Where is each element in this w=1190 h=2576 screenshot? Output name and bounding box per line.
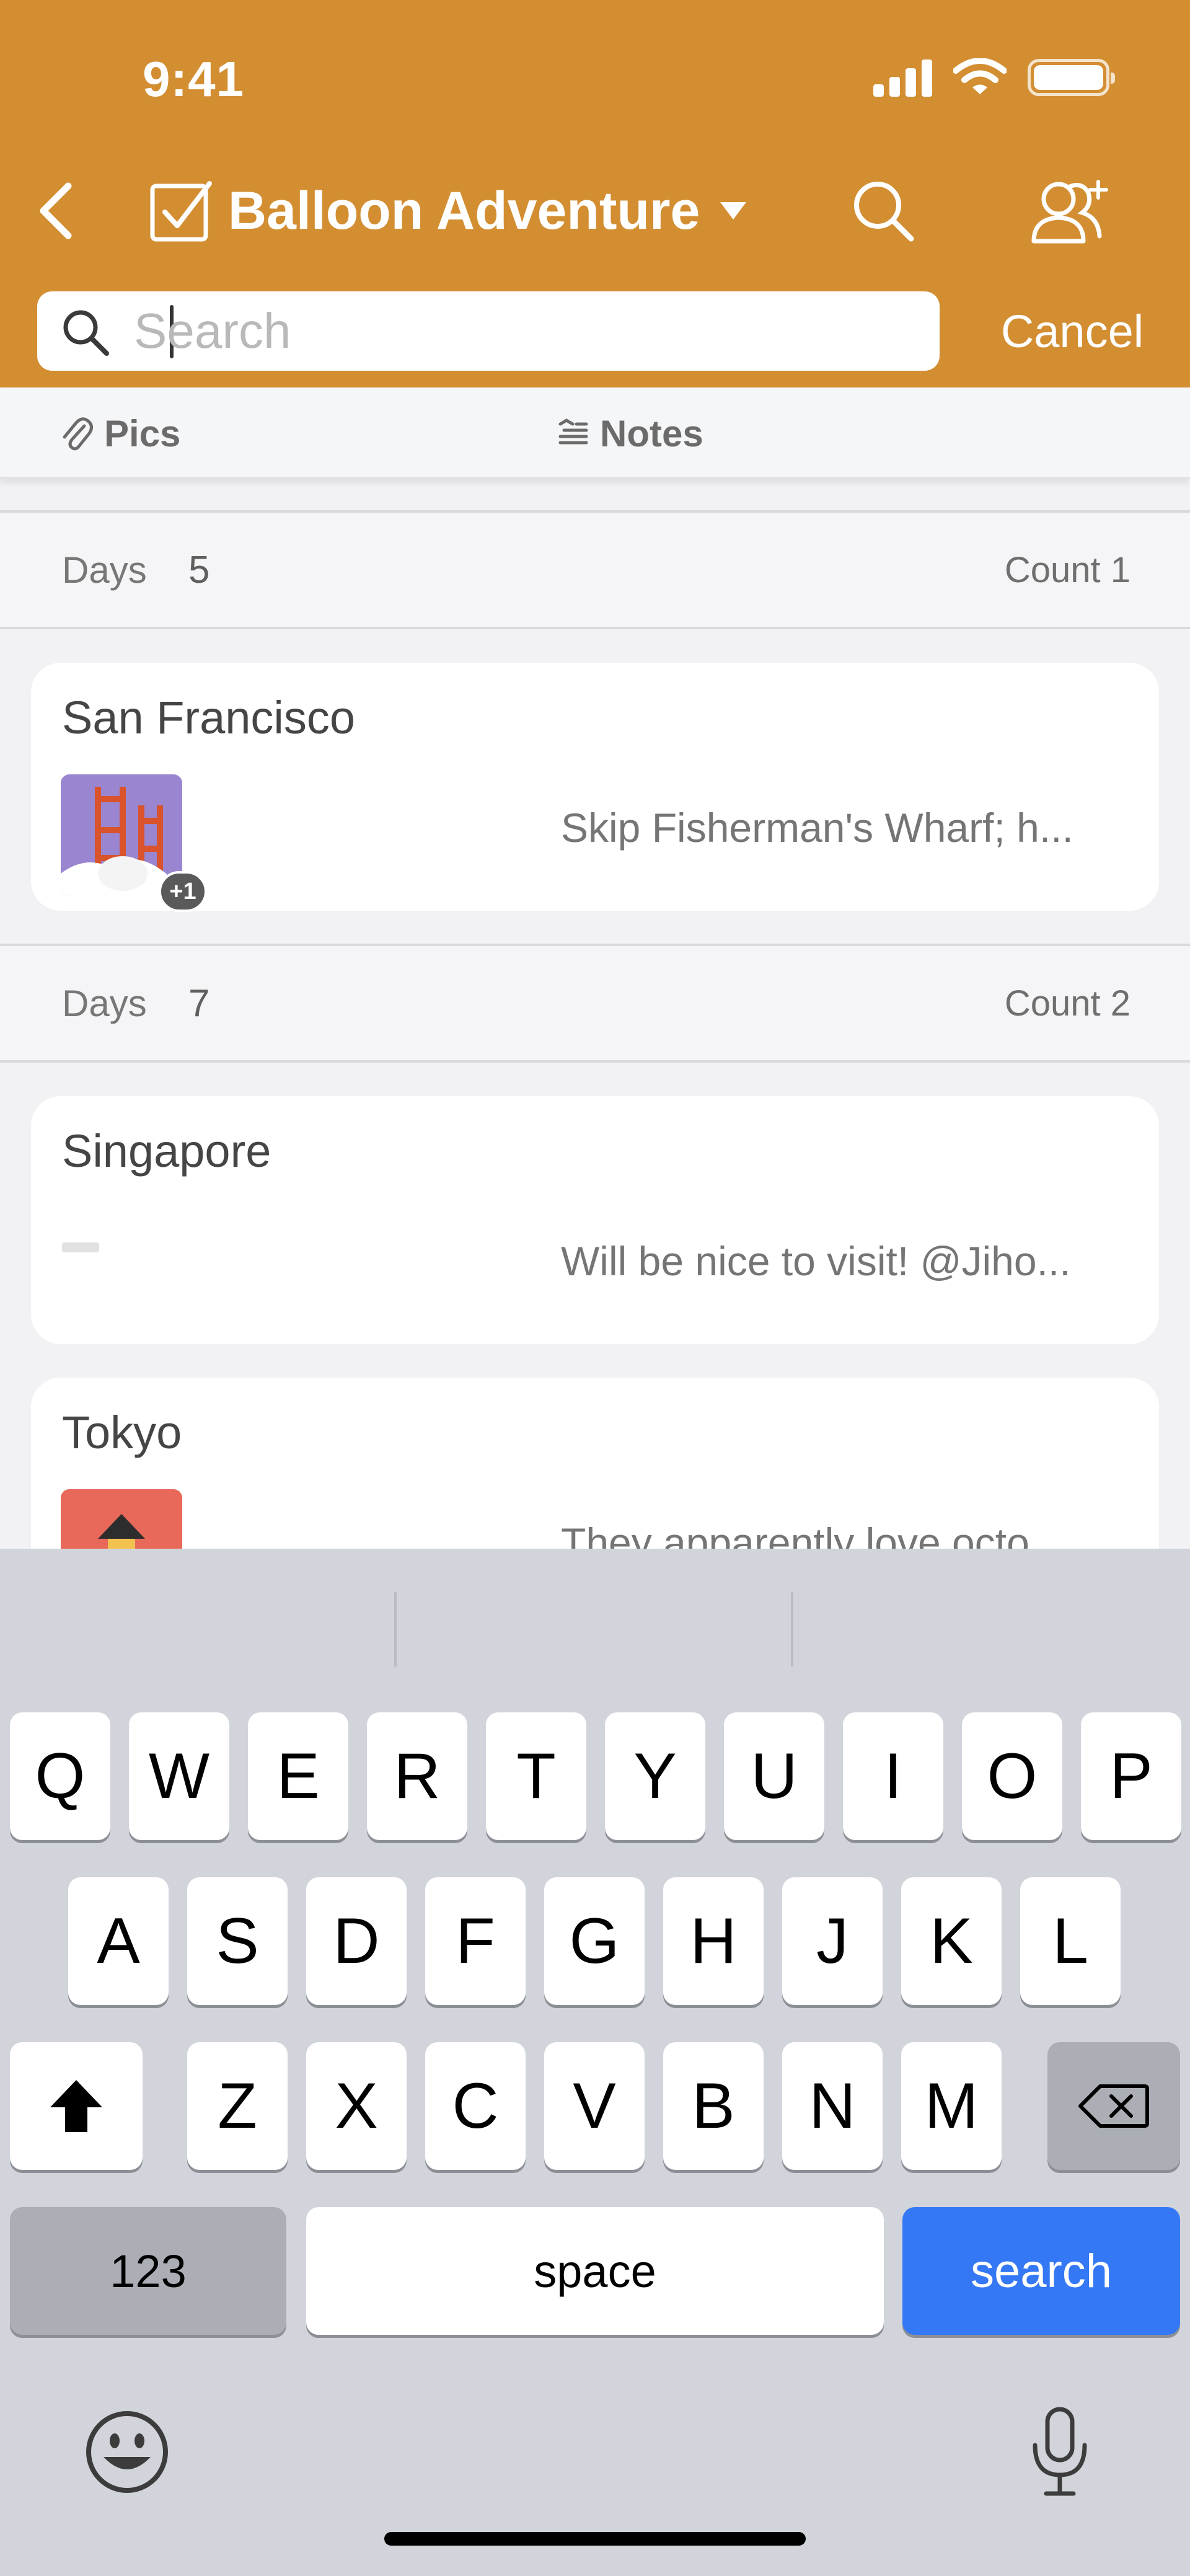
key[interactable]: D xyxy=(306,1877,407,2005)
search-icon xyxy=(854,182,914,242)
key[interactable]: R xyxy=(367,1712,467,1840)
dictation-button[interactable] xyxy=(1016,2399,1103,2505)
key[interactable]: M xyxy=(901,2042,1002,2170)
key[interactable]: Y xyxy=(605,1712,705,1840)
group-count: Count 1 xyxy=(1004,549,1130,590)
key[interactable]: F xyxy=(425,1877,526,2005)
group-header[interactable]: Days 5 Count 1 xyxy=(0,510,1190,629)
empty-image-placeholder xyxy=(62,1242,99,1252)
add-collaborator-button[interactable] xyxy=(1023,174,1116,248)
shift-key[interactable] xyxy=(10,2042,143,2170)
group-value: 5 xyxy=(188,548,210,591)
on-screen-keyboard: Q W E R T Y U I O P A S D F G H J K L Z … xyxy=(0,1549,1190,2576)
key[interactable]: H xyxy=(663,1877,764,2005)
suggestion-divider xyxy=(791,1592,793,1666)
group-label: Days xyxy=(62,982,147,1024)
extra-photos-badge: +1 xyxy=(159,871,207,912)
emoji-icon xyxy=(86,2411,168,2493)
card-note: Skip Fisherman's Wharf; h... xyxy=(561,805,1073,851)
cancel-button[interactable]: Cancel xyxy=(973,300,1171,362)
list-title: Balloon Adventure xyxy=(228,180,700,241)
search-button[interactable] xyxy=(843,174,923,248)
space-key[interactable]: space xyxy=(306,2207,884,2335)
key[interactable]: A xyxy=(68,1877,169,2005)
card-title: Singapore xyxy=(62,1125,271,1177)
group-value: 7 xyxy=(188,981,210,1025)
key[interactable]: Z xyxy=(187,2042,288,2170)
key[interactable]: V xyxy=(544,2042,645,2170)
search-key[interactable]: search xyxy=(902,2207,1180,2335)
list-card[interactable]: San Francisco +1 Skip Fisherman's Wharf;… xyxy=(31,663,1159,912)
list-title-switcher[interactable]: Balloon Adventure xyxy=(149,167,752,254)
card-note: Will be nice to visit! @Jiho... xyxy=(561,1238,1071,1284)
card-title: San Francisco xyxy=(62,692,355,743)
tab-pics-label: Pics xyxy=(104,412,181,454)
key[interactable]: U xyxy=(724,1712,824,1840)
key[interactable]: L xyxy=(1020,1877,1121,2005)
key[interactable]: C xyxy=(425,2042,526,2170)
group-label: Days xyxy=(62,549,147,591)
key[interactable]: X xyxy=(306,2042,407,2170)
group-header[interactable]: Days 7 Count 2 xyxy=(0,944,1190,1063)
emoji-button[interactable] xyxy=(81,2406,174,2499)
key[interactable]: T xyxy=(486,1712,586,1840)
search-icon xyxy=(63,310,109,356)
checkbox-icon xyxy=(150,181,212,242)
tab-notes-label: Notes xyxy=(600,412,703,454)
tab-notes[interactable]: Notes xyxy=(558,387,703,479)
key[interactable]: P xyxy=(1081,1712,1181,1840)
notes-icon xyxy=(558,418,588,445)
microphone-icon xyxy=(1033,2407,1087,2496)
search-row: Cancel xyxy=(0,291,1190,372)
chevron-left-icon xyxy=(40,182,72,239)
add-person-icon xyxy=(1031,180,1108,244)
search-input[interactable] xyxy=(134,300,915,362)
paperclip-icon xyxy=(63,417,93,451)
wifi-icon xyxy=(953,58,1007,94)
delete-key[interactable] xyxy=(1047,2042,1180,2170)
key[interactable]: G xyxy=(544,1877,645,2005)
cellular-signal-icon xyxy=(873,58,932,97)
nav-row: Balloon Adventure xyxy=(0,167,1190,254)
status-time: 9:41 xyxy=(143,51,245,107)
caret-down-icon xyxy=(720,202,747,219)
back-button[interactable] xyxy=(19,174,93,248)
suggestion-divider xyxy=(394,1592,397,1666)
search-field[interactable] xyxy=(37,291,940,371)
home-indicator[interactable] xyxy=(384,2532,806,2546)
key[interactable]: I xyxy=(843,1712,943,1840)
key[interactable]: S xyxy=(187,1877,288,2005)
key[interactable]: B xyxy=(663,2042,764,2170)
key[interactable]: Q xyxy=(10,1712,110,1840)
card-title: Tokyo xyxy=(62,1407,182,1458)
backspace-icon xyxy=(1078,2084,1149,2128)
status-icons xyxy=(873,56,1115,99)
key[interactable]: W xyxy=(129,1712,229,1840)
shift-icon xyxy=(50,2080,102,2132)
key[interactable]: J xyxy=(782,1877,883,2005)
key[interactable]: O xyxy=(962,1712,1062,1840)
view-tab-bar: Pics Notes xyxy=(0,387,1190,479)
battery-icon xyxy=(1028,59,1115,96)
key[interactable]: E xyxy=(248,1712,348,1840)
key[interactable]: K xyxy=(901,1877,1002,2005)
list-card[interactable]: Singapore Will be nice to visit! @Jiho..… xyxy=(31,1096,1159,1344)
header-bar: 9:41 Balloon Adventure Search Cancel xyxy=(0,0,1190,387)
tab-pics[interactable]: Pics xyxy=(60,387,180,479)
numbers-key[interactable]: 123 xyxy=(10,2207,286,2335)
group-count: Count 2 xyxy=(1004,983,1130,1024)
key[interactable]: N xyxy=(782,2042,883,2170)
